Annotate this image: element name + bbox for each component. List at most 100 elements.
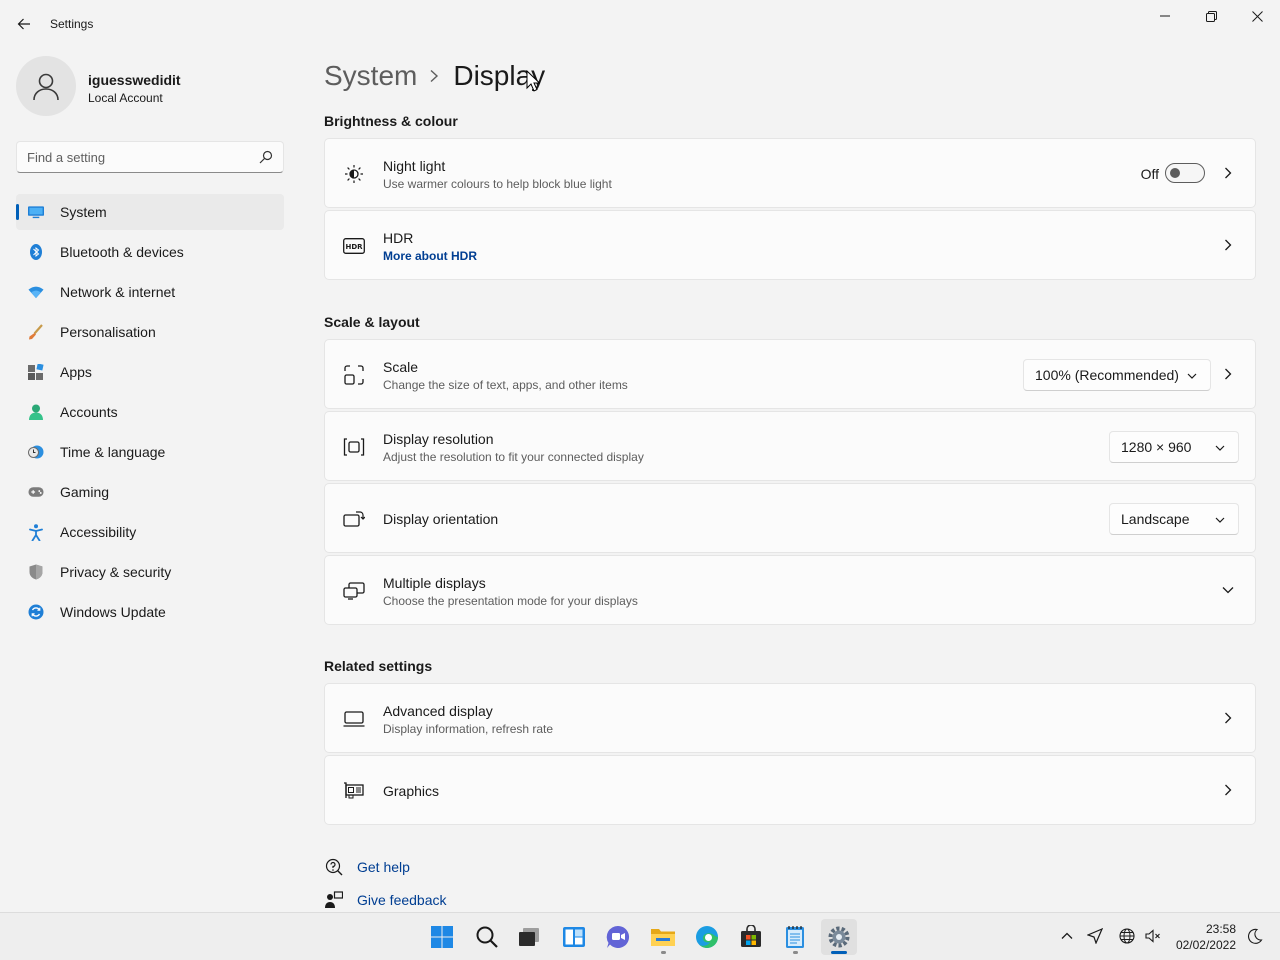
back-button[interactable] [10, 10, 38, 38]
night-light-card[interactable]: Night light Use warmer colours to help b… [324, 138, 1256, 208]
sidebar-item-label: Personalisation [60, 324, 156, 340]
night-light-icon [343, 163, 365, 185]
resolution-dropdown[interactable]: 1280 × 960 [1109, 431, 1239, 463]
monitor-icon [28, 204, 44, 220]
sidebar-item-time-language[interactable]: Time & language [16, 434, 284, 470]
chevron-right-icon [1225, 167, 1232, 179]
settings-search [16, 141, 284, 173]
advanced-display-title: Advanced display [383, 703, 493, 719]
minimize-button[interactable] [1142, 0, 1188, 32]
sidebar-item-apps[interactable]: Apps [16, 354, 284, 390]
start-icon [431, 926, 453, 948]
edge-button[interactable] [689, 919, 725, 955]
person-icon [28, 404, 44, 420]
orientation-icon [343, 508, 365, 530]
sidebar-item-label: Privacy & security [60, 564, 172, 580]
sidebar-item-accounts[interactable]: Accounts [16, 394, 284, 430]
scale-description: Change the size of text, apps, and other… [383, 378, 628, 392]
chevron-down-icon [1215, 445, 1225, 451]
start-button[interactable] [424, 919, 460, 955]
monitor-outline-icon [343, 708, 365, 730]
night-light-description: Use warmer colours to help block blue li… [383, 177, 612, 191]
sidebar-item-gaming[interactable]: Gaming [16, 474, 284, 510]
sidebar-item-label: System [60, 204, 107, 220]
night-light-toggle[interactable] [1165, 163, 1205, 183]
close-button[interactable] [1234, 0, 1280, 32]
sidebar-item-accessibility[interactable]: Accessibility [16, 514, 284, 550]
chevron-right-icon [1225, 784, 1232, 796]
resolution-icon [343, 436, 365, 458]
chevron-down-icon [1187, 373, 1197, 379]
restore-button[interactable] [1188, 0, 1234, 32]
search-input[interactable] [17, 142, 237, 172]
sidebar-item-bluetooth[interactable]: Bluetooth & devices [16, 234, 284, 270]
sidebar-item-label: Gaming [60, 484, 110, 500]
search-icon[interactable] [259, 150, 273, 164]
sidebar-item-network[interactable]: Network & internet [16, 274, 284, 310]
sidebar-item-label: Apps [60, 364, 92, 380]
notifications-button[interactable] [1246, 927, 1264, 945]
chevron-right-icon [1225, 368, 1232, 380]
sidebar-item-system[interactable]: System [16, 194, 284, 230]
sidebar-item-personalisation[interactable]: Personalisation [16, 314, 284, 350]
resolution-value: 1280 × 960 [1121, 439, 1192, 455]
file-explorer-button[interactable] [645, 919, 681, 955]
show-hidden-icons-button[interactable] [1058, 927, 1076, 945]
display-orientation-title: Display orientation [383, 511, 499, 527]
task-view-button[interactable] [511, 919, 547, 955]
running-indicator [831, 951, 847, 954]
scale-title: Scale [383, 359, 419, 375]
multiple-displays-card[interactable]: Multiple displays Choose the presentatio… [324, 555, 1256, 625]
back-arrow-icon [17, 18, 30, 30]
sidebar-item-label: Bluetooth & devices [60, 244, 184, 260]
get-help-link[interactable]: Get help [324, 856, 410, 878]
widgets-button[interactable] [556, 919, 592, 955]
sidebar-item-label: Accounts [60, 404, 118, 420]
volume-tray-button[interactable] [1144, 927, 1162, 945]
speaker-muted-icon [1145, 929, 1160, 943]
scale-dropdown[interactable]: 100% (Recommended) [1023, 359, 1211, 391]
orientation-dropdown[interactable]: Landscape [1109, 503, 1239, 535]
minimize-icon [1160, 15, 1170, 17]
breadcrumb-parent[interactable]: System [324, 60, 417, 92]
settings-taskbar-button[interactable] [821, 919, 857, 955]
accessibility-icon [28, 523, 44, 541]
running-indicator [793, 951, 798, 954]
help-icon [324, 857, 344, 877]
notepad-button[interactable] [777, 919, 813, 955]
store-button[interactable] [733, 919, 769, 955]
sidebar-item-windows-update[interactable]: Windows Update [16, 594, 284, 630]
search-icon [476, 926, 498, 948]
network-tray-button[interactable] [1118, 927, 1136, 945]
give-feedback-label: Give feedback [357, 892, 447, 908]
file-explorer-icon [651, 929, 675, 946]
taskbar-clock[interactable]: 23:58 02/02/2022 [1176, 921, 1236, 953]
feedback-icon [324, 890, 344, 910]
update-icon [28, 604, 44, 620]
more-about-hdr-link[interactable]: More about HDR [383, 249, 477, 263]
display-resolution-card: Display resolution Adjust the resolution… [324, 411, 1256, 481]
globe-icon [1119, 928, 1135, 944]
section-title-scale-layout: Scale & layout [324, 314, 420, 330]
user-profile[interactable]: iguesswedidit Local Account [16, 56, 286, 118]
taskbar-search[interactable] [469, 919, 505, 955]
user-name: iguesswedidit [88, 72, 181, 88]
location-arrow-icon [1087, 928, 1103, 944]
night-light-state: Off [1140, 166, 1159, 182]
sidebar-item-privacy[interactable]: Privacy & security [16, 554, 284, 590]
sidebar-item-label: Accessibility [60, 524, 137, 540]
give-feedback-link[interactable]: Give feedback [324, 889, 447, 911]
multiple-displays-icon [343, 580, 365, 602]
chat-button[interactable] [600, 919, 636, 955]
wifi-icon [28, 284, 44, 300]
sidebar-item-label: Time & language [60, 444, 166, 460]
graphics-card[interactable]: Graphics [324, 755, 1256, 825]
chat-icon [606, 925, 630, 948]
hdr-card[interactable]: HDR HDR More about HDR [324, 210, 1256, 280]
toggle-knob [1170, 168, 1180, 178]
breadcrumb: System Display [324, 58, 545, 94]
advanced-display-card[interactable]: Advanced display Display information, re… [324, 683, 1256, 753]
taskbar: 23:58 02/02/2022 [0, 912, 1280, 960]
location-tray-button[interactable] [1086, 927, 1104, 945]
scale-card[interactable]: Scale Change the size of text, apps, and… [324, 339, 1256, 409]
